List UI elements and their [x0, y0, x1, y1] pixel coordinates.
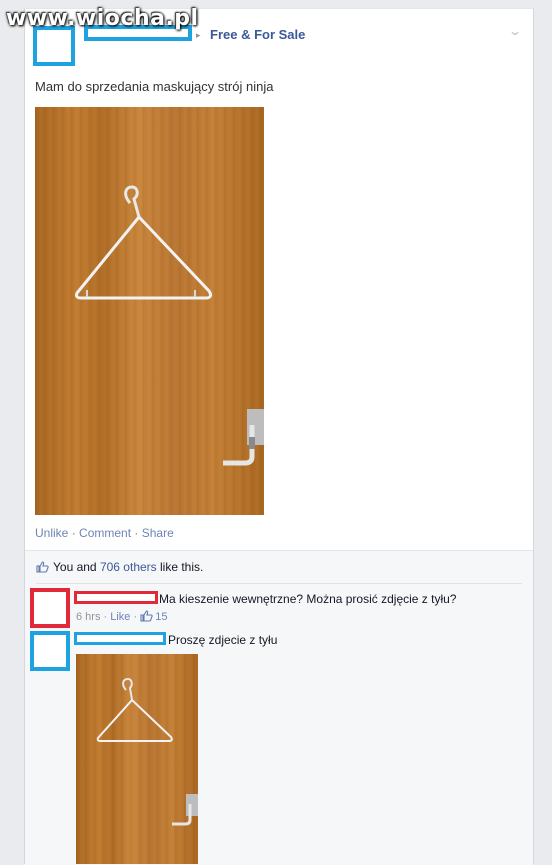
- arrow-icon: ▸: [196, 30, 201, 40]
- comment-like-link[interactable]: Like: [110, 611, 130, 623]
- meta-separator: ·: [100, 611, 111, 623]
- redacted-commenter-avatar[interactable]: [30, 588, 70, 628]
- hanger-illustration: [75, 185, 264, 466]
- meta-separator: ·: [130, 611, 141, 623]
- comment-photo[interactable]: [76, 654, 198, 864]
- divider: [36, 583, 522, 584]
- comment-text: Proszę zdjecie z tyłu: [168, 633, 278, 647]
- chevron-down-icon[interactable]: ⌄: [508, 24, 522, 38]
- redacted-author-avatar[interactable]: [33, 26, 75, 66]
- site-watermark: www.wiocha.pl: [6, 6, 199, 31]
- action-separator: ·: [131, 526, 142, 540]
- redacted-commenter-name[interactable]: [74, 632, 166, 645]
- action-separator: ·: [68, 526, 80, 540]
- thumbs-up-icon: [36, 561, 49, 573]
- likes-others-link[interactable]: 706 others: [100, 560, 157, 574]
- comment-link[interactable]: Comment: [79, 526, 131, 540]
- comment-timestamp[interactable]: 6 hrs: [76, 611, 100, 623]
- comment-like-count[interactable]: 15: [155, 611, 167, 623]
- post-photo[interactable]: [35, 107, 264, 515]
- group-link[interactable]: Free & For Sale: [210, 27, 305, 42]
- post-actions: Unlike · Comment · Share: [35, 526, 174, 540]
- comment-text: Ma kieszenie wewnętrzne? Można prosić zd…: [159, 592, 457, 606]
- post-text: Mam do sprzedania maskujący strój ninja: [35, 79, 274, 94]
- redacted-commenter-avatar[interactable]: [30, 631, 70, 671]
- likes-prefix: You and: [53, 560, 100, 574]
- unlike-link[interactable]: Unlike: [35, 526, 68, 540]
- page-frame: ▸ Free & For Sale ⌄ Mam do sprzedania ma…: [0, 0, 552, 865]
- redacted-commenter-name[interactable]: [74, 591, 158, 604]
- likes-summary: You and 706 others like this.: [36, 560, 203, 574]
- likes-suffix: like this.: [156, 560, 204, 574]
- hanger-illustration: [96, 677, 198, 826]
- comment-meta: 6 hrs · Like · 15: [76, 610, 167, 623]
- thumbs-up-icon: [140, 610, 153, 622]
- share-link[interactable]: Share: [142, 526, 174, 540]
